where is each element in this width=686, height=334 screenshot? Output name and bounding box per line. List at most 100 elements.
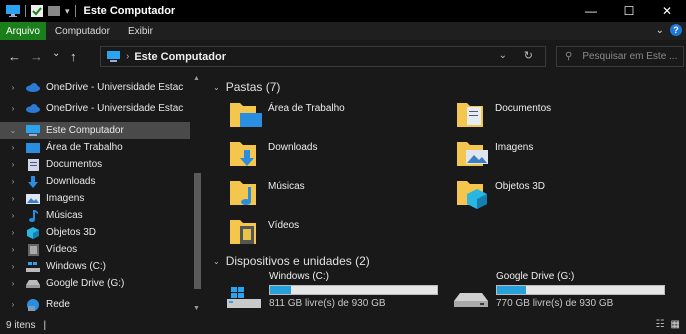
drive-google-drive[interactable]: Google Drive (G:) 770 GB livre(s) de 930… xyxy=(452,271,672,319)
sidebar-item-label: Objetos 3D xyxy=(46,227,97,238)
status-separator: | xyxy=(43,319,47,331)
sidebar-item-objetos-3d[interactable]: › Objetos 3D xyxy=(0,224,190,241)
status-bar: 9 itens | ☷ ▦ xyxy=(0,316,686,334)
group-header-dispositivos[interactable]: ⌄ Dispositivos e unidades (2) xyxy=(213,254,370,268)
folder-videos[interactable]: Vídeos xyxy=(230,214,450,250)
folder-label: Área de Trabalho xyxy=(268,103,345,114)
cloud-icon xyxy=(26,103,40,115)
sidebar-item-downloads[interactable]: › Downloads xyxy=(0,173,190,190)
computer-icon xyxy=(6,5,20,17)
maximize-button[interactable]: ☐ xyxy=(610,0,648,22)
folder-downloads[interactable]: Downloads xyxy=(230,136,450,172)
sidebar-scrollbar[interactable]: ▲ ▼ xyxy=(191,73,204,316)
expand-ribbon-icon[interactable]: ⌄ xyxy=(656,25,664,36)
chevron-right-icon[interactable]: › xyxy=(6,83,20,92)
sidebar-item-label: Downloads xyxy=(46,176,96,187)
cloud-icon xyxy=(26,82,40,94)
chevron-down-icon[interactable]: ⌄ xyxy=(213,83,220,92)
chevron-down-icon[interactable]: ⌄ xyxy=(213,257,220,266)
images-icon xyxy=(26,193,40,205)
downloads-folder-icon xyxy=(230,142,256,166)
new-folder-icon[interactable] xyxy=(48,5,60,17)
scrollbar-thumb[interactable] xyxy=(194,173,201,289)
chevron-right-icon[interactable]: › xyxy=(6,160,20,169)
sidebar-item-label: Windows (C:) xyxy=(46,261,107,272)
title-bar: ▾ Este Computador — ☐ ✕ xyxy=(0,0,686,22)
help-icon[interactable]: ? xyxy=(670,24,682,36)
recent-locations-button[interactable]: ⌄ xyxy=(52,48,60,59)
chevron-right-icon[interactable]: › xyxy=(126,51,129,62)
tab-computador[interactable]: Computador xyxy=(46,22,119,40)
desktop-icon xyxy=(26,142,40,154)
desktop-folder-icon xyxy=(230,103,262,127)
sidebar-item-windows-c[interactable]: › Windows (C:) xyxy=(0,258,190,275)
sidebar-item-label: OneDrive - Universidade Estac xyxy=(46,82,184,93)
sidebar-item-rede[interactable]: › Rede xyxy=(0,296,190,313)
chevron-right-icon[interactable]: › xyxy=(6,300,20,309)
navigation-pane: › OneDrive - Universidade Estac › OneDri… xyxy=(0,73,204,316)
documents-folder-icon xyxy=(457,103,483,127)
chevron-down-icon[interactable]: ⌄ xyxy=(6,126,20,135)
tab-exibir[interactable]: Exibir xyxy=(119,22,162,40)
sidebar-item-este-computador[interactable]: ⌄ Este Computador xyxy=(0,122,190,139)
sidebar-item-label: Documentos xyxy=(46,159,103,170)
tab-arquivo[interactable]: Arquivo xyxy=(0,22,46,40)
sidebar-item-videos[interactable]: › Vídeos xyxy=(0,241,190,258)
drive-usage-bar xyxy=(496,285,665,295)
drive-usage-fill xyxy=(270,286,292,294)
scroll-down-icon[interactable]: ▼ xyxy=(193,305,200,312)
chevron-right-icon[interactable]: › xyxy=(6,279,20,288)
scroll-up-icon[interactable]: ▲ xyxy=(193,75,200,82)
chevron-right-icon[interactable]: › xyxy=(6,194,20,203)
folder-area-de-trabalho[interactable]: Área de Trabalho xyxy=(230,97,450,133)
quick-access-toolbar: ▾ xyxy=(0,5,76,17)
address-dropdown-icon[interactable]: ⌄ xyxy=(499,50,507,61)
chevron-right-icon[interactable]: › xyxy=(6,143,20,152)
address-bar[interactable]: › Este Computador ⌄ ↻ xyxy=(100,46,546,67)
chevron-right-icon[interactable]: › xyxy=(6,177,20,186)
file-list: ⌄ Pastas (7) Área de Trabalho Documentos… xyxy=(205,73,686,316)
sidebar-item-musicas[interactable]: › Músicas xyxy=(0,207,190,224)
sidebar-item-imagens[interactable]: › Imagens xyxy=(0,190,190,207)
folder-imagens[interactable]: Imagens xyxy=(457,136,677,172)
customize-quick-access-icon[interactable]: ▾ xyxy=(65,6,70,17)
minimize-button[interactable]: — xyxy=(572,0,610,22)
sidebar-item-area-de-trabalho[interactable]: › Área de Trabalho xyxy=(0,139,190,156)
details-view-icon[interactable]: ☷ xyxy=(656,319,665,330)
refresh-icon[interactable]: ↻ xyxy=(524,49,533,62)
folder-label: Vídeos xyxy=(268,220,300,231)
forward-button[interactable]: → xyxy=(30,49,43,64)
sidebar-item-label: Imagens xyxy=(46,193,85,204)
folder-musicas[interactable]: Músicas xyxy=(230,175,450,211)
sidebar-item-onedrive-2[interactable]: › OneDrive - Universidade Estac xyxy=(0,100,190,117)
folder-label: Músicas xyxy=(268,181,305,192)
navigation-bar: ← → ⌄ ↑ › Este Computador ⌄ ↻ ⚲ xyxy=(0,40,686,73)
chevron-right-icon[interactable]: › xyxy=(6,245,20,254)
close-button[interactable]: ✕ xyxy=(648,0,686,22)
downloads-icon xyxy=(26,175,40,188)
breadcrumb-este-computador[interactable]: Este Computador xyxy=(134,51,226,63)
drive-windows-c[interactable]: Windows (C:) 811 GB livre(s) de 930 GB xyxy=(225,271,445,319)
back-button[interactable]: ← xyxy=(8,49,21,64)
large-icons-view-icon[interactable]: ▦ xyxy=(671,319,680,330)
drive-usage-fill xyxy=(497,286,526,294)
folder-documentos[interactable]: Documentos xyxy=(457,97,677,133)
sidebar-item-label: Vídeos xyxy=(46,244,78,255)
sidebar-item-google-drive[interactable]: › Google Drive (G:) xyxy=(0,275,190,292)
sidebar-item-documentos[interactable]: › Documentos xyxy=(0,156,190,173)
chevron-right-icon[interactable]: › xyxy=(6,104,20,113)
properties-icon[interactable] xyxy=(31,5,43,17)
search-box[interactable]: ⚲ xyxy=(556,46,684,67)
videos-folder-icon xyxy=(230,220,256,244)
sidebar-item-onedrive-1[interactable]: › OneDrive - Universidade Estac xyxy=(0,79,190,96)
chevron-right-icon[interactable]: › xyxy=(6,262,20,271)
search-input[interactable] xyxy=(582,51,679,62)
images-folder-icon xyxy=(457,142,488,166)
folder-objetos-3d[interactable]: Objetos 3D xyxy=(457,175,677,211)
group-label: Dispositivos e unidades (2) xyxy=(225,254,370,268)
up-button[interactable]: ↑ xyxy=(70,49,77,64)
windows-drive-icon xyxy=(227,287,261,308)
chevron-right-icon[interactable]: › xyxy=(6,228,20,237)
chevron-right-icon[interactable]: › xyxy=(6,211,20,220)
group-header-pastas[interactable]: ⌄ Pastas (7) xyxy=(213,80,280,94)
